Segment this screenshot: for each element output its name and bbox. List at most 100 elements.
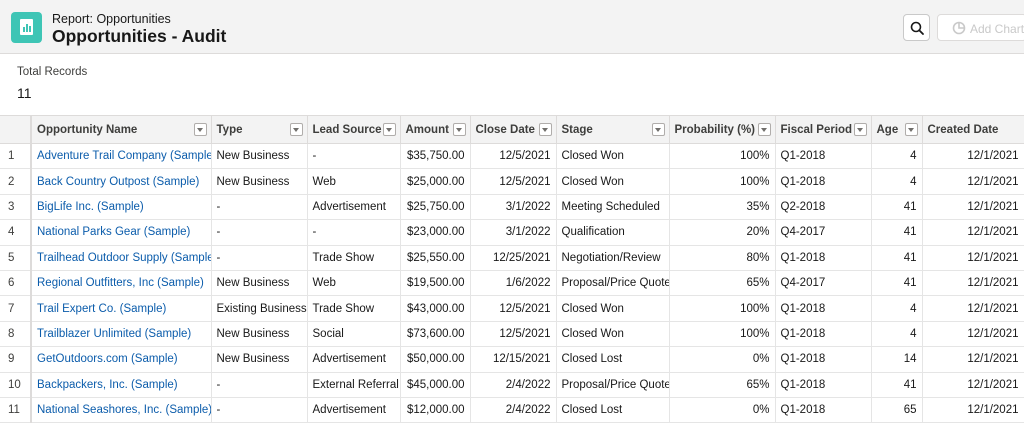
age-cell: 4 [871,168,923,195]
table-row[interactable]: 9 GetOutdoors.com (Sample) New Business Adv… [0,346,1024,373]
table-header-row: Opportunity Name Type Lead Source Amount… [0,115,1024,144]
opportunity-name-link[interactable]: Back Country Outpost (Sample) [31,168,212,195]
report-icon [11,12,42,43]
table-row[interactable]: 5 Trailhead Outdoor Supply (Sample) - Trade… [0,245,1024,271]
column-menu-icon[interactable] [757,123,771,136]
table-row[interactable]: 3 BigLife Inc. (Sample) - Advertisement $25,… [0,194,1024,221]
amount-cell: $73,600.00 [400,321,471,348]
column-header[interactable]: Close Date [470,115,557,144]
table-row[interactable]: 7 Trail Expert Co. (Sample) Existing Busin… [0,295,1024,322]
type-cell: - [211,245,308,271]
search-button[interactable] [903,14,930,41]
stage-cell: Closed Won [556,168,670,195]
close-date-cell: 3/1/2022 [470,194,557,221]
type-cell: New Business [211,143,308,170]
close-date-cell: 12/5/2021 [470,168,557,195]
close-date-cell: 3/1/2022 [470,219,557,246]
fiscal-period-cell: Q1-2018 [775,372,872,398]
opportunity-name-link[interactable]: Adventure Trail Company (Sample) [31,143,212,170]
row-number: 7 [0,295,32,322]
column-menu-icon[interactable] [452,123,466,136]
column-label: Opportunity Name [37,123,138,136]
created-date-cell: 12/1/2021 [922,372,1024,398]
amount-cell: $25,550.00 [400,245,471,271]
opportunity-name-link[interactable]: Backpackers, Inc. (Sample) [31,372,212,398]
created-date-cell: 12/1/2021 [922,346,1024,373]
total-records-value: 11 [17,85,32,101]
opportunity-name-link[interactable]: National Parks Gear (Sample) [31,219,212,246]
row-number-header [0,115,32,144]
column-label: Amount [405,123,449,136]
column-label: Lead Source [312,123,382,136]
column-header[interactable]: Probability (%) [669,115,776,144]
row-number: 8 [0,321,32,348]
chart-icon [952,21,966,35]
opportunity-name-link[interactable]: National Seashores, Inc. (Sample) [31,397,212,424]
row-number: 6 [0,270,32,297]
type-cell: New Business [211,270,308,297]
opportunity-name-link[interactable]: Regional Outfitters, Inc (Sample) [31,270,212,297]
fiscal-period-cell: Q1-2018 [775,397,872,424]
lead-source-cell: Advertisement [307,194,401,221]
table-row[interactable]: 10 Backpackers, Inc. (Sample) - External Re… [0,372,1024,398]
stage-cell: Closed Lost [556,397,670,424]
opportunity-name-link[interactable]: Trailhead Outdoor Supply (Sample) [31,245,212,271]
opportunity-name-link[interactable]: GetOutdoors.com (Sample) [31,346,212,373]
column-menu-icon[interactable] [651,123,665,136]
table-row[interactable]: 8 Trailblazer Unlimited (Sample) New Busin… [0,321,1024,348]
opportunity-name-link[interactable]: Trail Expert Co. (Sample) [31,295,212,322]
table-row[interactable]: 6 Regional Outfitters, Inc (Sample) New Bu… [0,270,1024,297]
column-header[interactable]: Amount [400,115,471,144]
column-header[interactable]: Stage [556,115,670,144]
close-date-cell: 2/4/2022 [470,397,557,424]
column-header[interactable]: Lead Source [307,115,401,144]
lead-source-cell: Social [307,321,401,348]
column-header[interactable]: Created Date [922,115,1024,144]
age-cell: 65 [871,397,923,424]
fiscal-period-cell: Q1-2018 [775,321,872,348]
fiscal-period-cell: Q1-2018 [775,168,872,195]
column-header[interactable]: Opportunity Name [31,115,212,144]
column-header[interactable]: Age [871,115,923,144]
row-number: 10 [0,372,32,398]
table-row[interactable]: 11 National Seashores, Inc. (Sample) - Adve… [0,397,1024,424]
column-menu-icon[interactable] [853,123,867,136]
column-menu-icon[interactable] [904,123,918,136]
column-label: Type [216,123,243,136]
column-menu-icon[interactable] [382,123,396,136]
row-number: 5 [0,245,32,271]
age-cell: 41 [871,194,923,221]
lead-source-cell: - [307,219,401,246]
column-label: Close Date [475,123,535,136]
type-cell: Existing Business [211,295,308,322]
column-menu-icon[interactable] [538,123,552,136]
amount-cell: $35,750.00 [400,143,471,170]
table-row[interactable]: 1 Adventure Trail Company (Sample) New Bus… [0,143,1024,170]
fiscal-period-cell: Q4-2017 [775,270,872,297]
opportunity-name-link[interactable]: Trailblazer Unlimited (Sample) [31,321,212,348]
column-header[interactable]: Fiscal Period [775,115,872,144]
table-row[interactable]: 2 Back Country Outpost (Sample) New Busine… [0,168,1024,195]
created-date-cell: 12/1/2021 [922,295,1024,322]
created-date-cell: 12/1/2021 [922,397,1024,424]
search-icon [910,21,924,35]
created-date-cell: 12/1/2021 [922,270,1024,297]
column-menu-icon[interactable] [289,123,303,136]
close-date-cell: 12/15/2021 [470,346,557,373]
stage-cell: Closed Won [556,321,670,348]
probability-cell: 0% [669,397,776,424]
created-date-cell: 12/1/2021 [922,219,1024,246]
table-row[interactable]: 4 National Parks Gear (Sample) - - $23,000.0… [0,219,1024,246]
opportunity-name-link[interactable]: BigLife Inc. (Sample) [31,194,212,221]
fiscal-period-cell: Q1-2018 [775,346,872,373]
column-menu-icon[interactable] [193,123,207,136]
page-title: Opportunities - Audit [52,26,227,46]
age-cell: 41 [871,245,923,271]
column-header[interactable]: Type [211,115,308,144]
close-date-cell: 12/5/2021 [470,143,557,170]
probability-cell: 20% [669,219,776,246]
amount-cell: $25,750.00 [400,194,471,221]
lead-source-cell: Web [307,270,401,297]
add-chart-button[interactable]: Add Chart [937,14,1024,41]
age-cell: 4 [871,321,923,348]
